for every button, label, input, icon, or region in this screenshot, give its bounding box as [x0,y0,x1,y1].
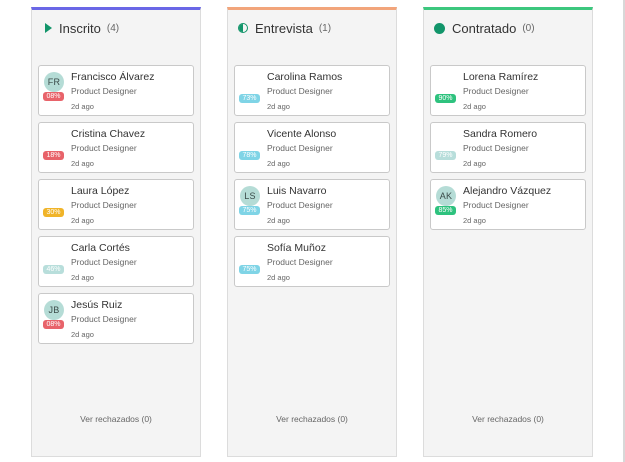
candidate-time: 2d ago [267,273,290,282]
candidate-card[interactable]: 46% Carla Cortés Product Designer 2d ago [38,236,194,287]
candidate-time: 2d ago [267,102,290,111]
candidate-role: Product Designer [71,314,137,324]
column-count: (1) [318,22,332,34]
candidate-card[interactable]: FR 08% Francisco Álvarez Product Designe… [38,65,194,116]
candidate-card[interactable]: LS 75% Luis Navarro Product Designer 2d … [234,179,390,230]
candidate-name: Francisco Álvarez [71,71,155,83]
candidate-name: Carolina Ramos [267,71,343,83]
candidate-card[interactable]: 90% Lorena Ramírez Product Designer 2d a… [430,65,586,116]
candidate-name: Vicente Alonso [267,128,337,140]
score-badge: 18% [43,151,64,160]
candidate-card[interactable]: 79% Sandra Romero Product Designer 2d ag… [430,122,586,173]
candidate-card[interactable]: 75% Sofía Muñoz Product Designer 2d ago [234,236,390,287]
column-title: Entrevista [255,20,313,36]
column-header: Entrevista (1) [228,10,396,46]
avatar: LS [240,186,260,206]
view-rejected-link[interactable]: Ver rechazados (0) [424,414,592,424]
column-title: Contratado [452,20,517,36]
candidate-time: 2d ago [71,330,94,339]
column-count: (4) [106,22,120,34]
candidate-role: Product Designer [267,86,333,96]
candidate-time: 2d ago [71,216,94,225]
column-inscrito: Inscrito (4) FR 08% Francisco Álvarez Pr… [31,7,201,457]
candidate-card[interactable]: 30% Laura López Product Designer 2d ago [38,179,194,230]
candidate-name: Cristina Chavez [71,128,146,140]
candidate-role: Product Designer [463,143,529,153]
score-badge: 79% [435,151,456,160]
score-badge: 73% [239,94,260,103]
score-badge: 08% [43,92,64,101]
candidate-role: Product Designer [267,200,333,210]
candidate-card[interactable]: 18% Cristina Chavez Product Designer 2d … [38,122,194,173]
score-badge: 75% [239,206,260,215]
candidate-name: Lorena Ramírez [463,71,539,83]
score-badge: 08% [43,320,64,329]
candidate-time: 2d ago [267,216,290,225]
candidate-time: 2d ago [463,159,486,168]
candidate-role: Product Designer [71,257,137,267]
candidate-name: Jesús Ruiz [71,299,123,311]
column-count: (0) [522,22,535,34]
candidate-role: Product Designer [267,143,333,153]
candidate-role: Product Designer [71,143,137,153]
candidate-role: Product Designer [71,200,137,210]
avatar: JB [44,300,64,320]
candidate-card[interactable]: AK 85% Alejandro Vázquez Product Designe… [430,179,586,230]
avatar: FR [44,72,64,92]
candidate-time: 2d ago [71,102,94,111]
full-circle-icon [434,22,445,34]
candidate-name: Laura López [71,185,130,197]
view-rejected-link[interactable]: Ver rechazados (0) [228,414,396,424]
candidate-time: 2d ago [71,273,94,282]
candidate-role: Product Designer [463,200,529,210]
candidate-card[interactable]: JB 08% Jesús Ruiz Product Designer 2d ag… [38,293,194,344]
candidate-name: Sofía Muñoz [267,242,326,254]
candidate-name: Alejandro Vázquez [463,185,552,197]
column-entrevista: Entrevista (1) 73% Carolina Ramos Produc… [227,7,397,457]
candidate-role: Product Designer [463,86,529,96]
candidate-card[interactable]: 78% Vicente Alonso Product Designer 2d a… [234,122,390,173]
half-circle-icon [238,23,248,33]
column-header: Contratado (0) [424,10,592,46]
score-badge: 78% [239,151,260,160]
score-badge: 90% [435,94,456,103]
candidate-time: 2d ago [463,102,486,111]
candidate-role: Product Designer [71,86,137,96]
candidate-time: 2d ago [267,159,290,168]
candidate-time: 2d ago [71,159,94,168]
score-badge: 75% [239,265,260,274]
play-icon [45,23,52,33]
candidate-role: Product Designer [267,257,333,267]
candidate-time: 2d ago [463,216,486,225]
score-badge: 85% [435,206,456,215]
candidate-card[interactable]: 73% Carolina Ramos Product Designer 2d a… [234,65,390,116]
candidate-name: Sandra Romero [463,128,538,140]
score-badge: 30% [43,208,64,217]
view-rejected-link[interactable]: Ver rechazados (0) [32,414,200,424]
avatar: AK [436,186,456,206]
score-badge: 46% [43,265,64,274]
column-title: Inscrito [59,20,101,36]
column-header: Inscrito (4) [32,10,200,46]
candidate-name: Luis Navarro [267,185,327,197]
candidate-name: Carla Cortés [71,242,130,254]
column-contratado: Contratado (0) 90% Lorena Ramírez Produc… [423,7,593,457]
